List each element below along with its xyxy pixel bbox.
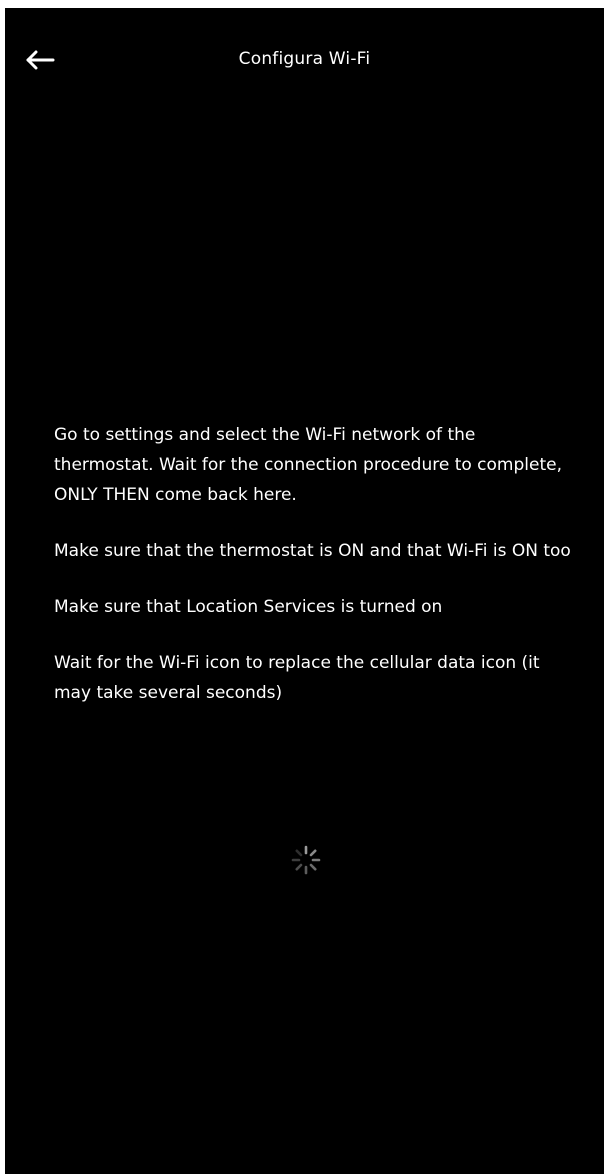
- instruction-wait-wifi-icon: Wait for the Wi-Fi icon to replace the c…: [54, 653, 540, 703]
- page-title: Configura Wi-Fi: [238, 49, 371, 69]
- header-bar: Configura Wi-Fi: [5, 8, 604, 112]
- instruction-thermostat-on: Make sure that the thermostat is ON and …: [54, 541, 571, 561]
- instruction-location-services: Make sure that Location Services is turn…: [54, 597, 443, 617]
- wifi-setup-screen: Configura Wi-Fi Go to settings and selec…: [5, 8, 604, 1174]
- loading-spinner-icon: [290, 844, 322, 876]
- instructions: Go to settings and select the Wi-Fi netw…: [54, 420, 574, 734]
- instruction-connect-thermostat-network: Go to settings and select the Wi-Fi netw…: [54, 425, 562, 505]
